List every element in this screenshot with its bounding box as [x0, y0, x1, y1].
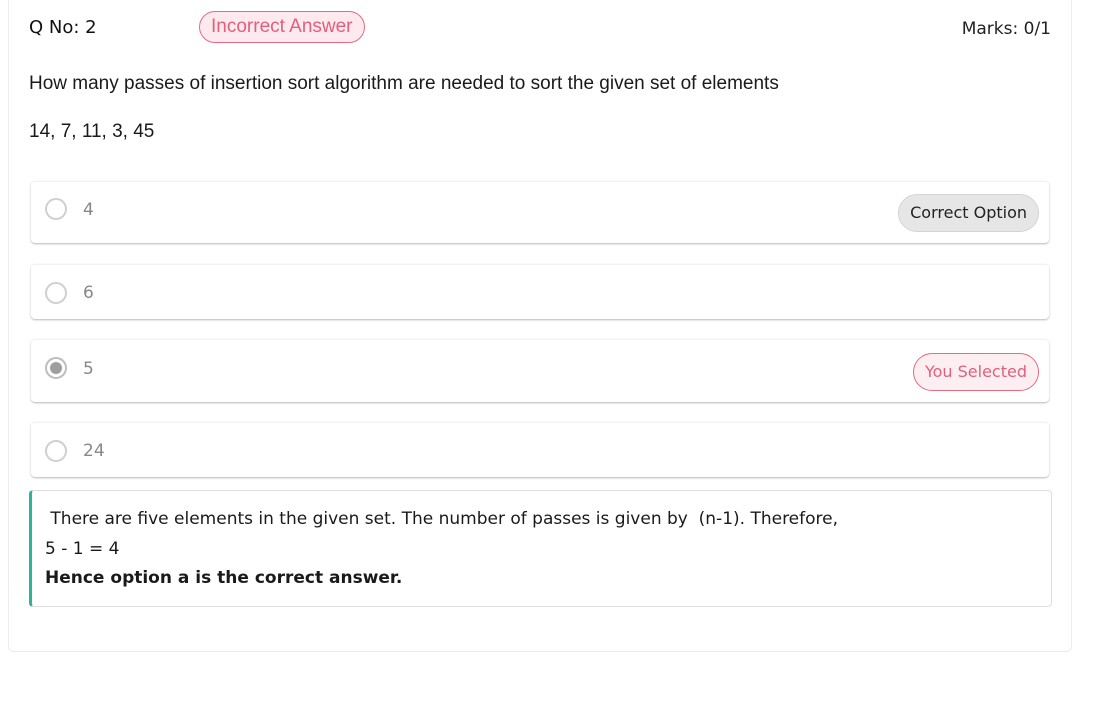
question-number: Q No: 2	[29, 17, 97, 38]
status-badge: Incorrect Answer	[199, 11, 365, 43]
explanation-text: There are five elements in the given set…	[45, 509, 839, 529]
correct-option-badge: Correct Option	[898, 194, 1039, 232]
option-d[interactable]: 24	[31, 422, 1049, 477]
option-b[interactable]: 6	[31, 264, 1049, 319]
option-a[interactable]: 4 Correct Option	[31, 181, 1049, 243]
explanation-box: There are five elements in the given set…	[29, 490, 1052, 607]
radio-button[interactable]	[45, 282, 67, 304]
option-label: 4	[83, 200, 94, 220]
question-elements: 14, 7, 11, 3, 45	[29, 121, 155, 142]
question-text: How many passes of insertion sort algori…	[29, 73, 779, 94]
option-c[interactable]: 5 You Selected	[31, 339, 1049, 402]
radio-button-selected[interactable]	[45, 357, 67, 379]
you-selected-badge: You Selected	[912, 353, 1039, 391]
option-label: 5	[83, 359, 94, 379]
explanation-conclusion: Hence option a is the correct answer.	[45, 568, 403, 588]
explanation-formula: 5 - 1 = 4	[45, 539, 120, 559]
radio-button[interactable]	[45, 440, 67, 462]
radio-button[interactable]	[45, 198, 67, 220]
marks-label: Marks: 0/1	[961, 19, 1051, 39]
option-label: 6	[83, 283, 94, 303]
option-label: 24	[83, 441, 105, 461]
